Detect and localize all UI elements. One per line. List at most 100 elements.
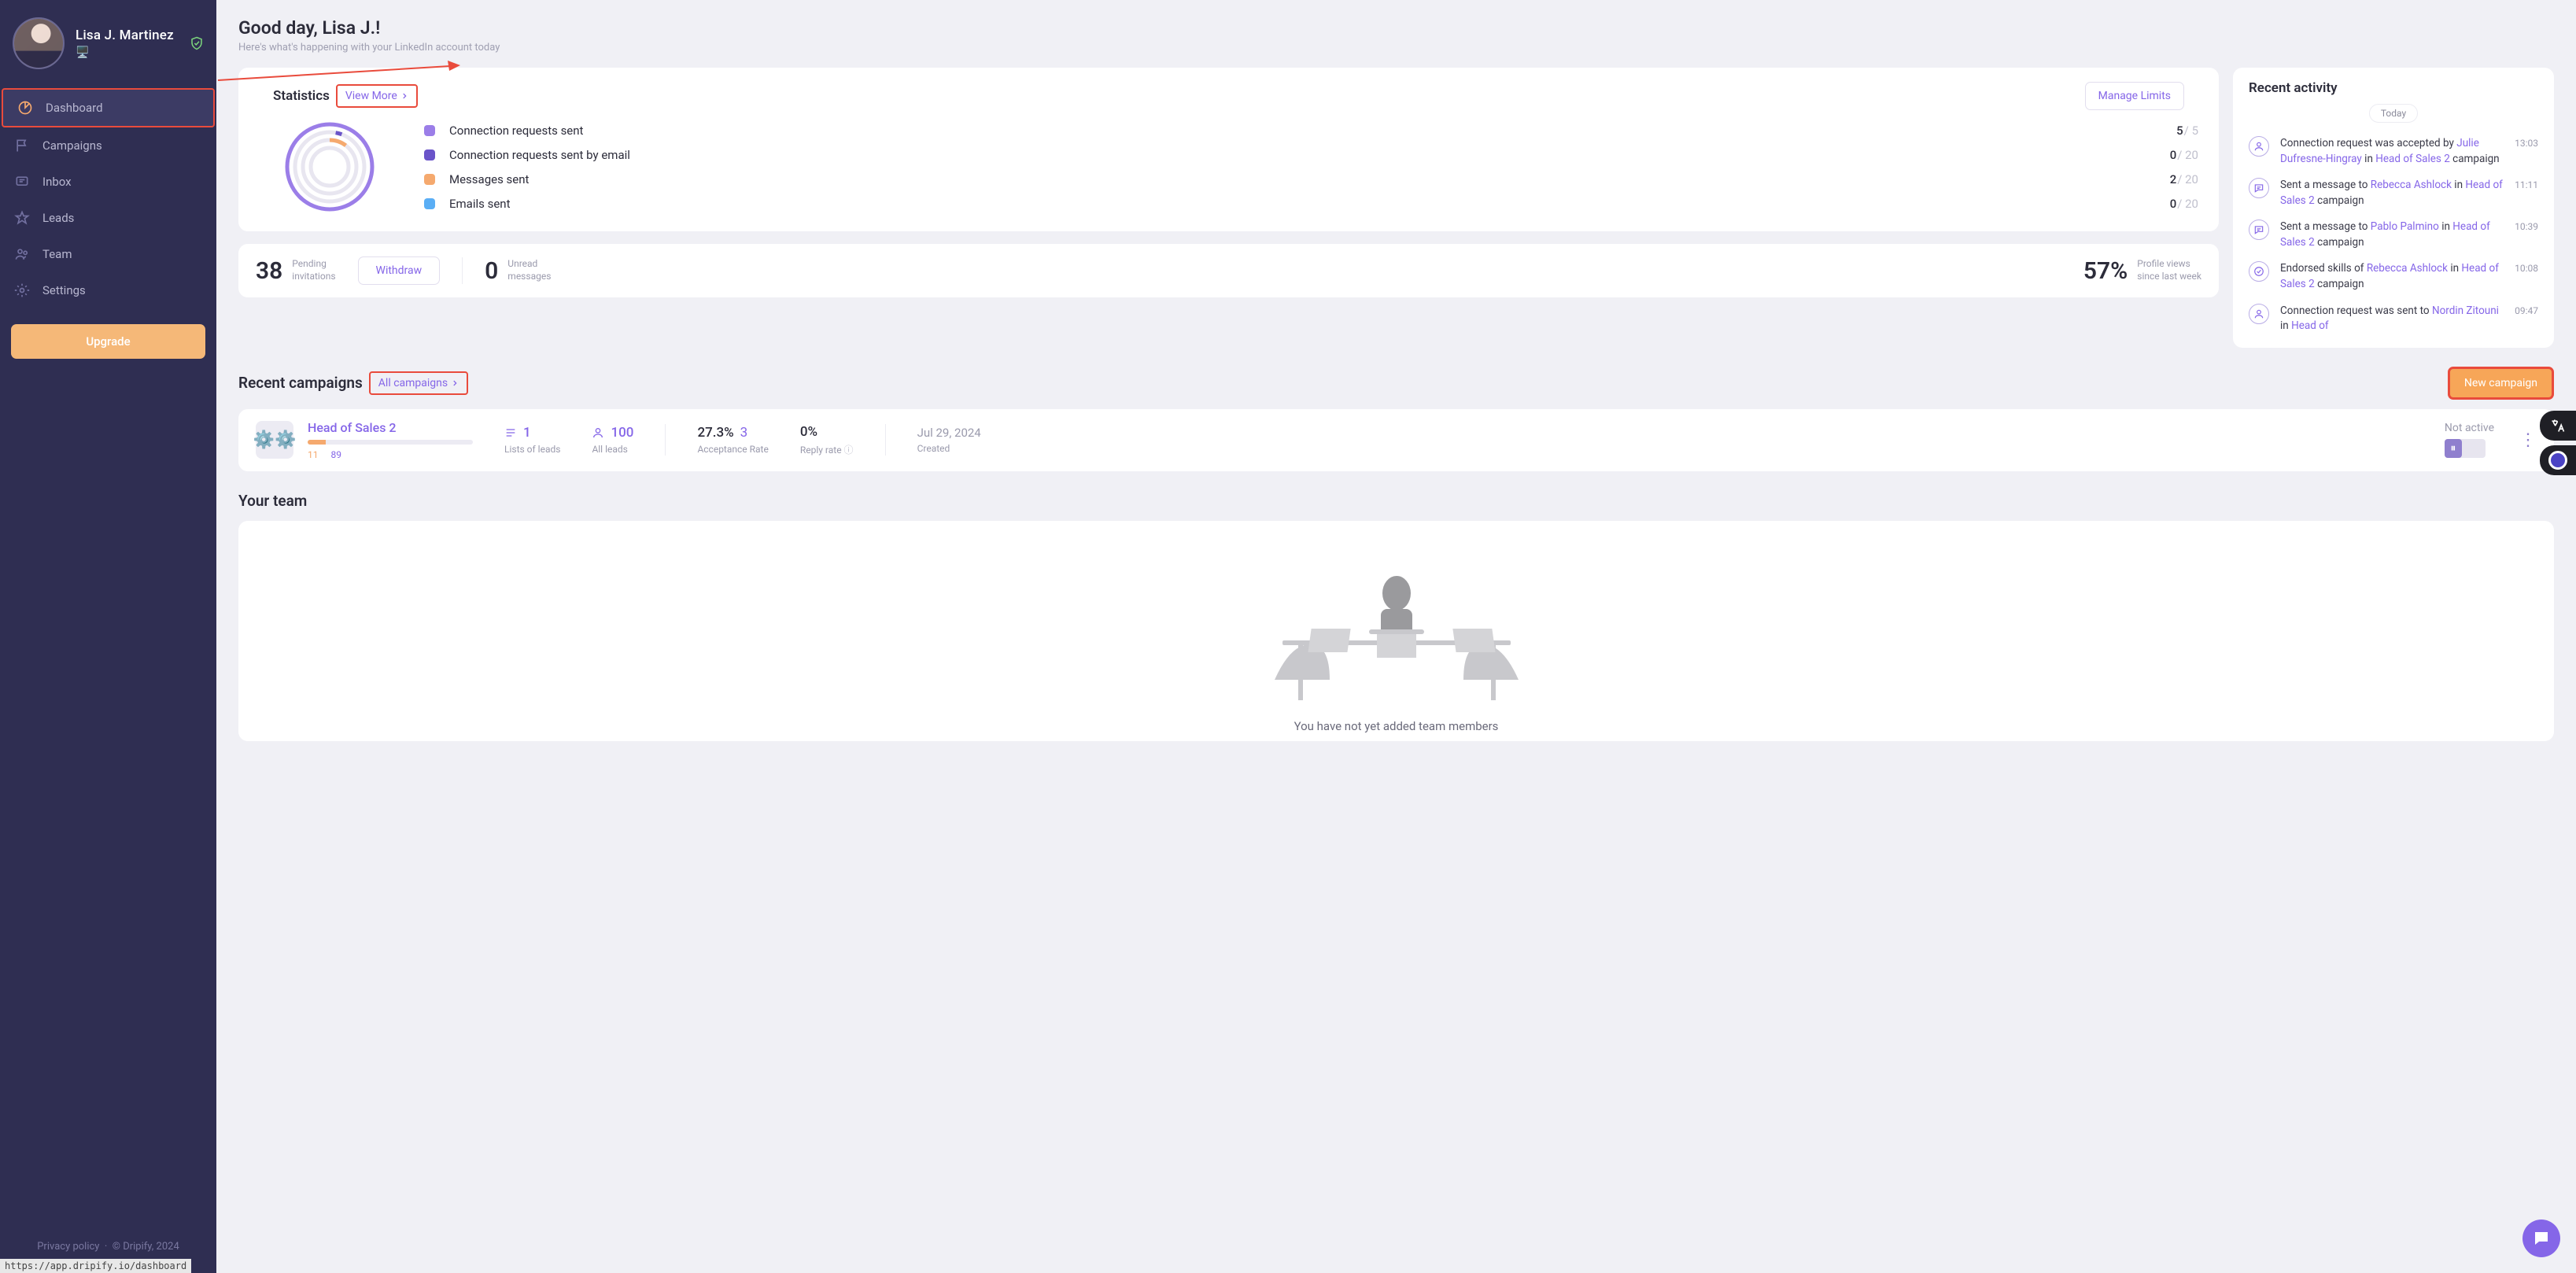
sidebar-item-label: Campaigns — [42, 138, 102, 153]
activity-text: Sent a message to Rebecca Ashlock in Hea… — [2280, 178, 2504, 208]
sidebar-item-dashboard[interactable]: Dashboard — [2, 88, 215, 127]
sidebar-item-inbox[interactable]: Inbox — [0, 164, 216, 200]
activity-person-link[interactable]: Rebecca Ashlock — [2371, 179, 2452, 191]
campaign-name[interactable]: Head of Sales 2 — [308, 420, 473, 435]
recent-activity-panel: Recent activity Today Connection request… — [2233, 68, 2554, 348]
activity-item: Connection request was accepted by Julie… — [2249, 131, 2538, 172]
stat-label: Messages sent — [449, 172, 529, 186]
metric-lists: 1 Lists of leads — [504, 425, 560, 455]
all-campaigns-link[interactable]: All campaigns — [369, 371, 468, 395]
sidebar-item-leads[interactable]: Leads — [0, 200, 216, 236]
avatar[interactable] — [13, 17, 65, 69]
progress-done: 11 — [308, 449, 319, 460]
nav: Dashboard Campaigns Inbox Leads Team Set… — [0, 88, 216, 308]
kpi-label: Unread messages — [507, 258, 551, 282]
sidebar-item-settings[interactable]: Settings — [0, 272, 216, 308]
activity-campaign-link[interactable]: Head of Sales 2 — [2375, 153, 2450, 165]
kpi-pending: 38 Pending invitations — [256, 257, 336, 285]
stat-label: Emails sent — [449, 197, 510, 211]
user-badge-icon: 🖥️ — [76, 46, 174, 59]
metric-reply: 0% Reply rate ⓘ — [800, 424, 854, 456]
activity-item: Sent a message to Pablo Palmino in Head … — [2249, 214, 2538, 256]
kpi-label: Pending invitations — [292, 258, 335, 282]
stat-value: 0/ 20 — [2170, 148, 2198, 162]
statistics-title: Statistics — [273, 88, 330, 104]
pause-icon: ⏸ — [2445, 439, 2462, 458]
activity-campaign-link[interactable]: Head of — [2291, 319, 2329, 332]
translate-button[interactable] — [2540, 411, 2576, 441]
shield-icon — [190, 36, 204, 54]
activity-time: 09:47 — [2515, 304, 2538, 334]
page-title: Good day, Lisa J.! — [238, 17, 2554, 39]
record-button[interactable] — [2540, 445, 2576, 475]
user-icon — [2249, 304, 2269, 324]
activity-person-link[interactable]: Rebecca Ashlock — [2367, 262, 2448, 275]
activity-time: 10:08 — [2515, 261, 2538, 292]
translate-icon — [2550, 418, 2566, 434]
kpi-unread: 0 Unread messages — [485, 257, 551, 285]
sidebar-item-label: Dashboard — [46, 101, 103, 115]
stat-row: Emails sent0/ 20 — [424, 197, 2198, 211]
activity-text: Connection request was sent to Nordin Zi… — [2280, 304, 2504, 334]
activity-time: 11:11 — [2515, 178, 2538, 208]
people-icon — [14, 246, 30, 262]
main: Good day, Lisa J.! Here's what's happeni… — [216, 0, 2576, 1273]
view-more-link[interactable]: View More — [336, 84, 418, 108]
info-icon[interactable]: ⓘ — [844, 445, 854, 456]
campaign-toggle[interactable]: ⏸ — [2445, 439, 2486, 458]
sidebar-item-label: Settings — [42, 283, 86, 297]
sidebar-item-campaigns[interactable]: Campaigns — [0, 127, 216, 164]
manage-limits-button[interactable]: Manage Limits — [2085, 82, 2184, 110]
recent-campaigns-title: Recent campaigns — [238, 374, 363, 392]
statistics-panel: Statistics View More Manage Limits — [238, 68, 2219, 231]
activity-item: Connection request was sent to Nordin Zi… — [2249, 298, 2538, 340]
stat-color-dot — [424, 174, 435, 185]
upgrade-button[interactable]: Upgrade — [11, 324, 205, 359]
page-subtitle: Here's what's happening with your Linked… — [238, 42, 2554, 54]
user-icon — [2249, 136, 2269, 157]
chat-widget-button[interactable] — [2522, 1219, 2560, 1257]
stat-color-dot — [424, 198, 435, 209]
star-icon — [14, 210, 30, 226]
privacy-link[interactable]: Privacy policy — [37, 1241, 99, 1253]
chat-icon — [2249, 178, 2269, 198]
kpi-label: Profile views since last week — [2137, 258, 2201, 282]
withdraw-button[interactable]: Withdraw — [358, 256, 441, 285]
user-icon — [592, 426, 604, 439]
activity-time: 10:39 — [2515, 220, 2538, 250]
kpi-value: 38 — [256, 257, 282, 285]
sidebar-item-label: Inbox — [42, 175, 72, 189]
team-empty-message: You have not yet added team members — [1294, 719, 1499, 733]
new-campaign-button[interactable]: New campaign — [2448, 367, 2554, 400]
sidebar-item-label: Leads — [42, 211, 74, 225]
sidebar-footer: Privacy policy · © Dripify, 2024 — [0, 1241, 216, 1253]
kebab-icon[interactable]: ⋮ — [2519, 430, 2537, 450]
usage-donut-chart — [282, 120, 377, 214]
activity-person-link[interactable]: Pablo Palmino — [2371, 220, 2439, 233]
chevron-right-icon — [400, 92, 408, 100]
greeting: Good day, Lisa J.! Here's what's happeni… — [238, 17, 2554, 54]
stat-color-dot — [424, 149, 435, 161]
activity-person-link[interactable]: Nordin Zitouni — [2432, 304, 2499, 317]
list-icon — [504, 426, 517, 439]
status-bar-url: https://app.dripify.io/dashboard — [0, 1259, 191, 1273]
kpi-panel: 38 Pending invitations Withdraw 0 Unread… — [238, 244, 2219, 297]
sidebar: Lisa J. Martinez 🖥️ Dashboard Campaigns … — [0, 0, 216, 1273]
pie-icon — [17, 100, 33, 116]
stat-row: Connection requests sent5/ 5 — [424, 124, 2198, 138]
campaign-gear-icon: ⚙️⚙️ — [256, 421, 293, 459]
sidebar-item-label: Team — [42, 247, 72, 261]
activity-time: 13:03 — [2515, 136, 2538, 167]
gear-icon — [14, 282, 30, 298]
progress-total: 89 — [331, 449, 342, 460]
kpi-profile-views: 57% Profile views since last week — [2083, 257, 2201, 285]
campaign-status: Not active ⏸ — [2445, 422, 2494, 458]
sidebar-item-team[interactable]: Team — [0, 236, 216, 272]
campaign-row[interactable]: ⚙️⚙️ Head of Sales 2 11 89 1 Lists of le… — [238, 409, 2554, 471]
stat-row: Messages sent 2/ 20 — [424, 172, 2198, 186]
activity-text: Connection request was accepted by Julie… — [2280, 136, 2504, 167]
campaign-progress-bar — [308, 440, 473, 445]
stat-value: 5/ 5 — [2176, 124, 2198, 138]
metric-acceptance: 27.3% 3 Acceptance Rate — [697, 425, 768, 455]
stat-value: 2/ 20 — [2170, 172, 2198, 186]
